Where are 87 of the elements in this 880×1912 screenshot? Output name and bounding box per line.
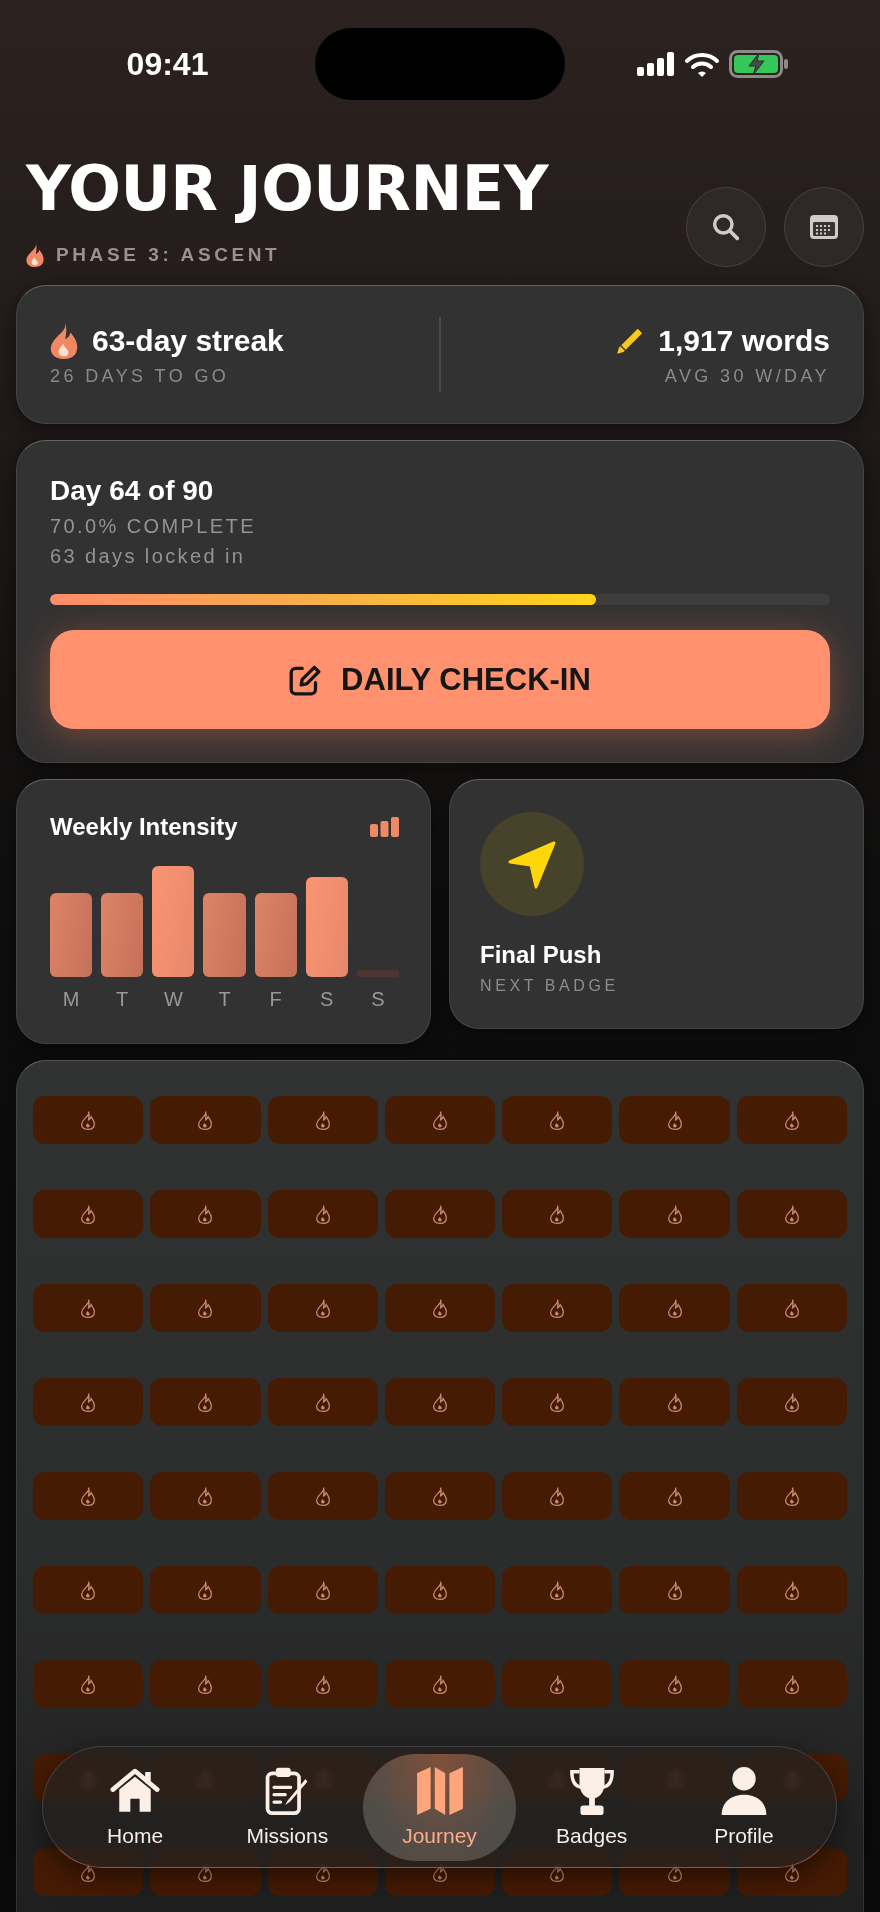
flame-icon (315, 1580, 330, 1600)
flame-icon (81, 1674, 96, 1694)
flame-icon (433, 1674, 447, 1694)
day-label: S (370, 988, 386, 1010)
flame-icon (433, 1486, 447, 1506)
flame-icon (198, 1110, 213, 1130)
flame-icon (550, 1204, 565, 1224)
battery-icon (728, 50, 789, 78)
flame-icon (81, 1298, 96, 1318)
flame-icon (198, 1580, 213, 1600)
calendar-icon (810, 213, 838, 241)
flame-icon (667, 1674, 682, 1694)
flame-icon (667, 1298, 682, 1318)
search-icon (712, 213, 740, 241)
nav-tab[interactable]: Home (59, 1753, 212, 1861)
map-icon (414, 1766, 465, 1816)
percent-complete: 70.0% COMPLETE (50, 514, 257, 538)
flame-icon (550, 1298, 565, 1318)
flame-icon (667, 1580, 682, 1600)
compose-icon (289, 663, 322, 696)
flame-icon (784, 1674, 799, 1694)
day-label: M (61, 988, 81, 1010)
nav-tab[interactable]: Profile (667, 1753, 820, 1861)
flame-icon (315, 1486, 330, 1506)
flame-icon (198, 1392, 213, 1412)
locked-in-note: 63 days locked in (50, 544, 247, 568)
day-label: F (268, 988, 283, 1010)
flame-icon (784, 1298, 799, 1318)
flame-icon (81, 1110, 96, 1130)
flame-icon (198, 1674, 213, 1694)
pencil-icon (616, 326, 645, 355)
bar-chart-icon (370, 817, 399, 837)
streak-count: 63-day streak (92, 322, 284, 359)
page-title: YOUR JOURNEY (26, 156, 549, 222)
flame-icon (81, 1204, 96, 1224)
nav-tab[interactable]: Badges (515, 1753, 668, 1861)
day-label: W (162, 988, 184, 1010)
word-average: AVG 30 W/DAY (664, 364, 830, 387)
phase-label: PHASE 3: ASCENT (56, 243, 281, 267)
card-title: Weekly Intensity (50, 813, 238, 841)
flame-icon (198, 1486, 213, 1506)
flame-icon (198, 1298, 213, 1318)
day-label: S (319, 988, 335, 1010)
signal-icon (636, 52, 675, 76)
flame-icon (784, 1204, 799, 1224)
nav-tab[interactable]: Missions (211, 1753, 364, 1861)
day-label: T (115, 988, 130, 1010)
flame-icon (784, 1110, 799, 1130)
flame-icon (81, 1392, 96, 1412)
flame-icon (784, 1486, 799, 1506)
flame-icon (784, 1580, 799, 1600)
flame-icon (550, 1674, 565, 1694)
flame-icon (81, 1486, 96, 1506)
flame-icon (50, 322, 78, 359)
flame-icon (433, 1298, 447, 1318)
flame-icon (667, 1392, 682, 1412)
flame-icon (667, 1110, 682, 1130)
nav-tab[interactable]: Journey (363, 1753, 516, 1861)
flame-icon (550, 1486, 565, 1506)
status-time: 09:41 (126, 45, 209, 83)
day-counter: Day 64 of 90 (50, 474, 215, 508)
flame-icon (550, 1392, 565, 1412)
flame-icon (315, 1110, 330, 1130)
flame-icon (550, 1580, 565, 1600)
badge-name: Final Push (480, 941, 602, 969)
word-count: 1,917 words (658, 322, 830, 359)
flame-icon (315, 1674, 330, 1694)
flame-icon (81, 1580, 96, 1600)
paper-plane-icon (480, 812, 584, 916)
flame-icon (667, 1204, 682, 1224)
flame-icon (315, 1392, 330, 1412)
flame-icon (315, 1204, 330, 1224)
flame-icon (433, 1580, 447, 1600)
flame-icon (433, 1204, 447, 1224)
flame-icon (433, 1392, 447, 1412)
intensity-bar (356, 970, 399, 977)
flame-icon (784, 1392, 799, 1412)
check-in-button[interactable]: DAILY CHECK-IN (50, 630, 830, 729)
wifi-icon (684, 51, 719, 77)
badge-caption: NEXT BADGE (480, 976, 619, 996)
streak-caption: 26 DAYS TO GO (50, 364, 231, 387)
flame-icon (667, 1486, 682, 1506)
flame-icon (550, 1110, 565, 1130)
flame-icon (198, 1204, 213, 1224)
flame-icon (315, 1298, 330, 1318)
day-label: T (217, 988, 232, 1010)
flame-icon (433, 1110, 447, 1130)
